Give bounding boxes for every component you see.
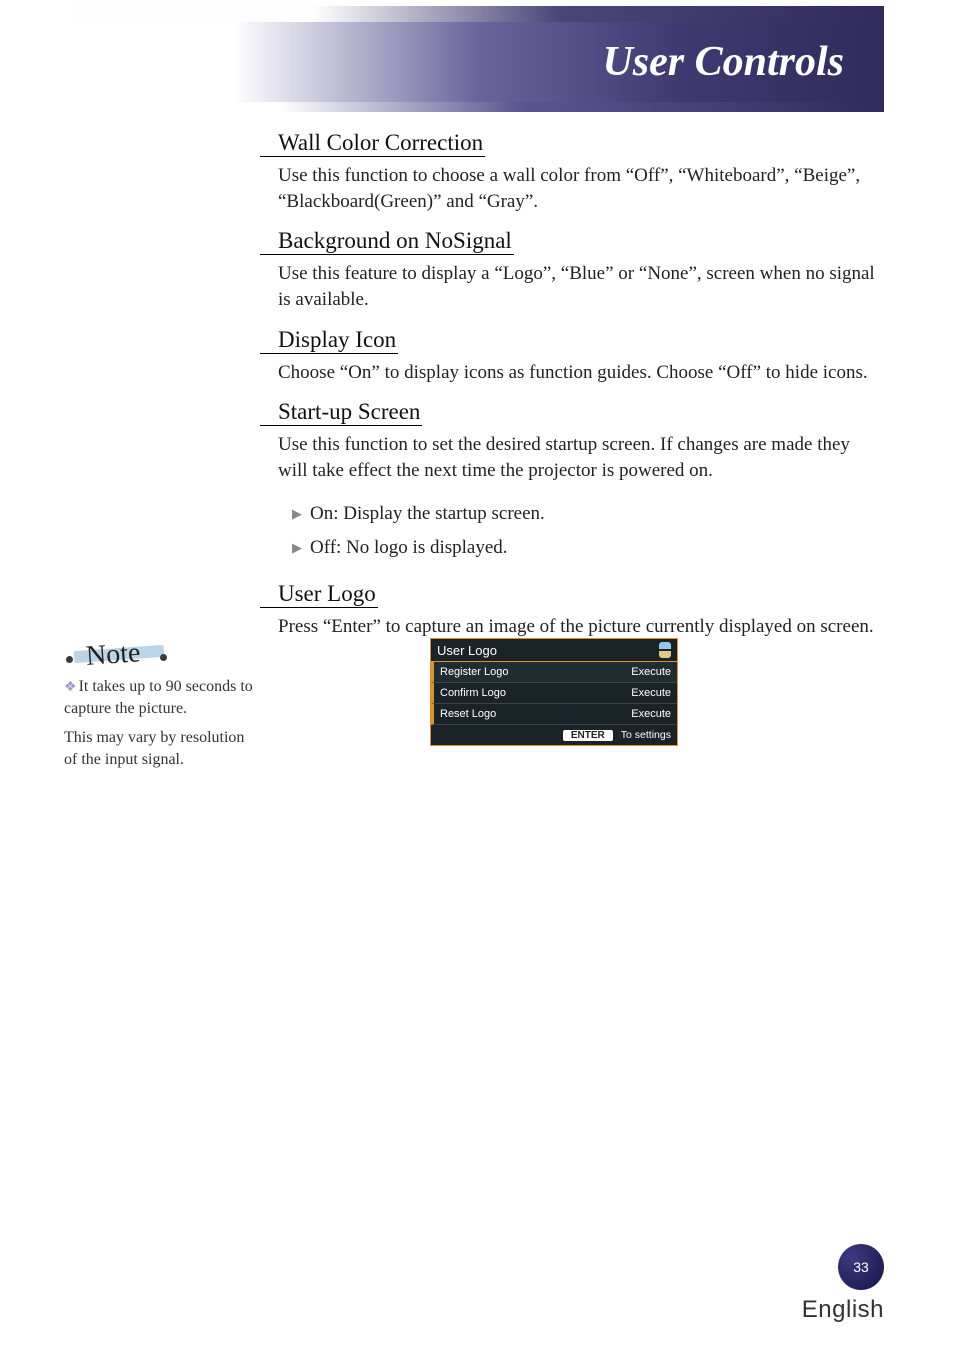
osd-row-value: Execute (631, 666, 671, 678)
osd-menu-user-logo: User Logo Register Logo Execute Confirm … (430, 638, 678, 746)
osd-row-value: Execute (631, 687, 671, 699)
osd-row-reset-logo[interactable]: Reset Logo Execute (431, 704, 677, 725)
heading-bg-nosignal: Background on NoSignal (260, 228, 514, 255)
osd-titlebar: User Logo (431, 639, 677, 661)
osd-row-confirm-logo[interactable]: Confirm Logo Execute (431, 683, 677, 704)
heading-display-icon: Display Icon (260, 327, 398, 354)
enter-key-icon: ENTER (563, 730, 613, 741)
body-display-icon: Choose “On” to display icons as function… (278, 360, 882, 386)
osd-footer: ENTER To settings (431, 725, 677, 745)
side-note-2: This may vary by resolution of the input… (64, 727, 254, 770)
note-graphic: Note (64, 638, 174, 666)
top-accent-bar (70, 6, 884, 22)
osd-row-label: Register Logo (440, 666, 509, 678)
osd-row-value: Execute (631, 708, 671, 720)
heading-wall-color: Wall Color Correction (260, 130, 485, 157)
body-startup: Use this function to set the desired sta… (278, 432, 882, 483)
startup-bullet-on-text: On: Display the startup screen. (310, 501, 545, 527)
note-label: Note (85, 634, 142, 676)
diamond-icon: ❖ (64, 680, 77, 695)
page-header: User Controls (70, 22, 884, 102)
body-wall-color: Use this function to choose a wall color… (278, 163, 882, 214)
osd-scroll-icon (659, 642, 671, 658)
page-footer: 33 English (802, 1244, 884, 1324)
osd-row-register-logo[interactable]: Register Logo Execute (431, 662, 677, 683)
startup-bullet-off: ▶ Off: No logo is displayed. (292, 535, 882, 561)
side-note-1: ❖It takes up to 90 seconds to capture th… (64, 676, 254, 719)
triangle-icon: ▶ (292, 540, 302, 556)
osd-row-label: Reset Logo (440, 708, 496, 720)
heading-startup: Start-up Screen (260, 399, 422, 426)
heading-user-logo: User Logo (260, 581, 378, 608)
startup-bullet-off-text: Off: No logo is displayed. (310, 535, 508, 561)
side-note-column: Note ❖It takes up to 90 seconds to captu… (64, 638, 254, 779)
body-bg-nosignal: Use this feature to display a “Logo”, “B… (278, 261, 882, 312)
main-content: Wall Color Correction Use this function … (278, 128, 882, 651)
osd-title: User Logo (437, 643, 497, 658)
language-label: English (802, 1296, 884, 1324)
page-title: User Controls (602, 38, 844, 86)
triangle-icon: ▶ (292, 506, 302, 522)
startup-bullet-on: ▶ On: Display the startup screen. (292, 501, 882, 527)
osd-footer-text: To settings (621, 729, 671, 741)
body-user-logo: Press “Enter” to capture an image of the… (278, 614, 882, 640)
page-number-badge: 33 (838, 1244, 884, 1290)
osd-row-label: Confirm Logo (440, 687, 506, 699)
header-underbar (280, 102, 884, 112)
